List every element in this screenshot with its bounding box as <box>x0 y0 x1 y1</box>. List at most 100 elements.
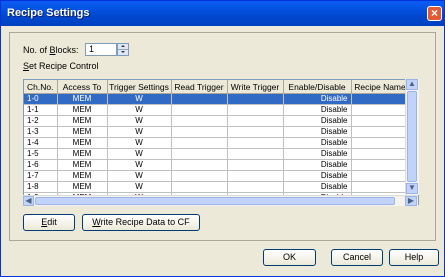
table-cell[interactable] <box>351 137 410 149</box>
vertical-scroll-thumb[interactable] <box>407 91 417 182</box>
table-cell[interactable] <box>171 159 228 171</box>
table-cell[interactable] <box>351 159 410 171</box>
table-cell[interactable]: W <box>107 148 172 160</box>
table-cell[interactable]: Disable <box>283 181 352 193</box>
table-cell[interactable] <box>351 148 410 160</box>
table-cell[interactable] <box>227 159 284 171</box>
table-cell[interactable]: 1-5 <box>24 148 58 160</box>
column-header[interactable]: Ch.No. <box>24 80 58 94</box>
cancel-button[interactable]: Cancel <box>331 249 383 266</box>
table-row[interactable]: 1-6 MEM W Disable <box>24 159 410 171</box>
table-cell[interactable] <box>227 104 284 116</box>
table-cell[interactable]: W <box>107 93 172 105</box>
table-cell[interactable]: MEM <box>57 115 108 127</box>
table-cell[interactable]: 1-8 <box>24 181 58 193</box>
table-cell[interactable] <box>171 104 228 116</box>
table-row[interactable]: 1-8 MEM W Disable <box>24 181 410 193</box>
table-cell[interactable] <box>227 93 284 105</box>
table-cell[interactable]: 1-2 <box>24 115 58 127</box>
table-cell[interactable] <box>227 137 284 149</box>
horizontal-scrollbar[interactable]: ◀ ▶ <box>23 195 418 206</box>
column-header[interactable]: Read Trigger <box>171 80 228 94</box>
table-row[interactable]: 1-7 MEM W Disable <box>24 170 410 182</box>
table-cell[interactable]: MEM <box>57 104 108 116</box>
table-cell[interactable]: 1-0 <box>24 93 58 105</box>
table-cell[interactable] <box>171 148 228 160</box>
column-header[interactable]: Trigger Settings <box>107 80 172 94</box>
table-cell[interactable]: Disable <box>283 115 352 127</box>
table-cell[interactable]: 1-1 <box>24 104 58 116</box>
table-cell[interactable] <box>351 170 410 182</box>
scroll-up-icon[interactable]: ▲ <box>406 79 418 90</box>
table-row[interactable]: 1-0 MEM W Disable <box>24 93 410 105</box>
table-cell[interactable]: Disable <box>283 148 352 160</box>
column-header[interactable]: Recipe Name <box>351 80 410 94</box>
table-cell[interactable]: MEM <box>57 137 108 149</box>
scroll-down-icon[interactable]: ▼ <box>406 183 418 194</box>
table-cell[interactable]: Disable <box>283 137 352 149</box>
blocks-label-pre: No. of <box>23 45 50 55</box>
table-cell[interactable] <box>227 148 284 160</box>
title-bar[interactable]: Recipe Settings × <box>1 1 444 26</box>
table-row[interactable]: 1-2 MEM W Disable <box>24 115 410 127</box>
table-cell[interactable]: Disable <box>283 170 352 182</box>
table-cell[interactable]: 1-3 <box>24 126 58 138</box>
table-cell[interactable]: Disable <box>283 93 352 105</box>
blocks-label-post: locks: <box>55 45 79 55</box>
table-cell[interactable]: Disable <box>283 126 352 138</box>
table-cell[interactable] <box>171 126 228 138</box>
table-cell[interactable] <box>171 137 228 149</box>
table-cell[interactable]: W <box>107 170 172 182</box>
table-cell[interactable]: Disable <box>283 159 352 171</box>
table-cell[interactable] <box>227 170 284 182</box>
table-cell[interactable]: MEM <box>57 181 108 193</box>
table-cell[interactable]: MEM <box>57 148 108 160</box>
recipe-control-table[interactable]: Ch.No. Access To Trigger Settings Read Trig… <box>23 79 419 205</box>
close-icon[interactable]: × <box>427 6 442 21</box>
blocks-input[interactable]: 1 <box>85 43 117 56</box>
column-header[interactable]: Access To <box>57 80 108 94</box>
scroll-right-icon[interactable]: ▶ <box>405 196 417 206</box>
column-header[interactable]: Enable/Disable <box>283 80 352 94</box>
table-cell[interactable]: 1-7 <box>24 170 58 182</box>
table-cell[interactable]: 1-6 <box>24 159 58 171</box>
table-cell[interactable]: W <box>107 137 172 149</box>
table-cell[interactable]: W <box>107 115 172 127</box>
blocks-spinner[interactable] <box>117 43 129 56</box>
table-cell[interactable] <box>351 126 410 138</box>
table-row[interactable]: 1-1 MEM W Disable <box>24 104 410 116</box>
horizontal-scroll-thumb[interactable] <box>35 197 395 205</box>
table-row[interactable]: 1-4 MEM W Disable <box>24 137 410 149</box>
table-cell[interactable]: 1-4 <box>24 137 58 149</box>
scroll-left-icon[interactable]: ◀ <box>23 196 34 206</box>
table-row[interactable]: 1-3 MEM W Disable <box>24 126 410 138</box>
table-row[interactable]: 1-5 MEM W Disable <box>24 148 410 160</box>
table-cell[interactable]: W <box>107 159 172 171</box>
table-cell[interactable] <box>351 115 410 127</box>
table-cell[interactable]: W <box>107 104 172 116</box>
table-cell[interactable]: MEM <box>57 93 108 105</box>
table-cell[interactable]: MEM <box>57 170 108 182</box>
table-cell[interactable] <box>171 170 228 182</box>
table-cell[interactable]: Disable <box>283 104 352 116</box>
help-button[interactable]: Help <box>389 249 439 266</box>
table-cell[interactable] <box>351 93 410 105</box>
edit-button[interactable]: Edit <box>23 214 75 231</box>
table-cell[interactable] <box>227 181 284 193</box>
column-header[interactable]: Write Trigger <box>227 80 284 94</box>
table-cell[interactable] <box>351 104 410 116</box>
table-cell[interactable] <box>351 181 410 193</box>
table-cell[interactable]: MEM <box>57 159 108 171</box>
table-cell[interactable] <box>227 126 284 138</box>
table-cell[interactable]: MEM <box>57 126 108 138</box>
table-cell[interactable]: W <box>107 126 172 138</box>
table-cell[interactable] <box>227 115 284 127</box>
table-cell[interactable] <box>171 93 228 105</box>
table-cell[interactable]: W <box>107 181 172 193</box>
spin-down-icon[interactable] <box>118 50 128 55</box>
write-recipe-data-button[interactable]: Write Recipe Data to CF <box>82 214 200 231</box>
ok-button[interactable]: OK <box>263 249 316 266</box>
table-cell[interactable] <box>171 115 228 127</box>
vertical-scrollbar[interactable]: ▲ ▼ <box>405 79 419 195</box>
table-cell[interactable] <box>171 181 228 193</box>
